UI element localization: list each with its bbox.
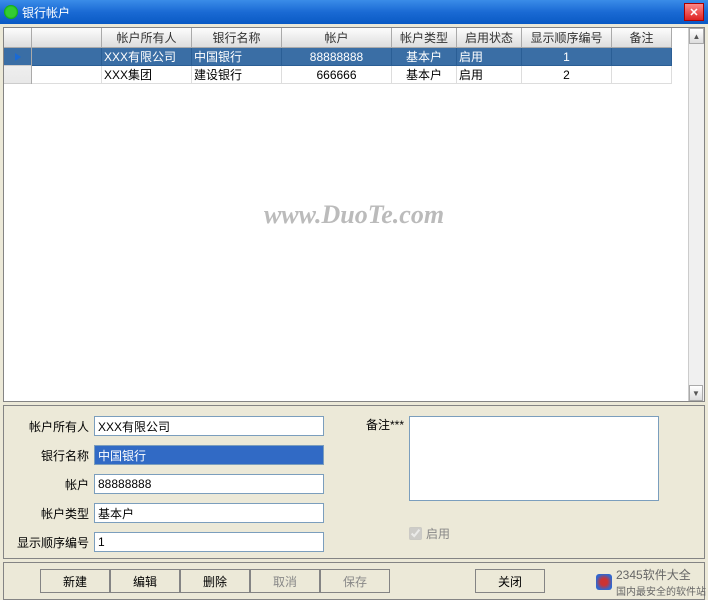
label-owner: 帐户所有人 <box>14 418 94 435</box>
grid-row-gutter <box>4 28 32 84</box>
cell-bank: 中国银行 <box>192 48 282 66</box>
label-account: 帐户 <box>14 476 94 493</box>
label-enabled: 启用 <box>426 525 450 542</box>
grid-header-remark[interactable]: 备注 <box>612 28 672 48</box>
cell-remark <box>612 48 672 66</box>
cell-bank: 建设银行 <box>192 66 282 84</box>
grid-header-bank[interactable]: 银行名称 <box>192 28 282 48</box>
save-button[interactable]: 保存 <box>320 569 390 593</box>
title-bar: 银行帐户 ✕ <box>0 0 708 24</box>
brand-logo-icon <box>596 574 612 590</box>
scroll-down-icon[interactable]: ▼ <box>689 385 703 401</box>
cell-status: 启用 <box>457 66 522 84</box>
bank-field[interactable] <box>94 445 324 465</box>
footer-branding: 2345软件大全 国内最安全的软件站 <box>596 566 706 598</box>
row-pointer-icon <box>15 53 21 61</box>
brand-slogan: 国内最安全的软件站 <box>616 583 706 598</box>
new-button[interactable]: 新建 <box>40 569 110 593</box>
scroll-up-icon[interactable]: ▲ <box>689 28 704 44</box>
account-field[interactable] <box>94 474 324 494</box>
cell-type: 基本户 <box>392 48 457 66</box>
owner-field[interactable] <box>94 416 324 436</box>
close-icon[interactable]: ✕ <box>684 3 704 21</box>
edit-button[interactable]: 编辑 <box>110 569 180 593</box>
grid-header-order[interactable]: 显示顺序编号 <box>522 28 612 48</box>
cell-status: 启用 <box>457 48 522 66</box>
data-grid[interactable]: 帐户所有人 银行名称 帐户 帐户类型 启用状态 显示顺序编号 备注 XXX有限公… <box>3 27 705 402</box>
cell-account: 88888888 <box>282 48 392 66</box>
cell-remark <box>612 66 672 84</box>
remark-field[interactable] <box>409 416 659 501</box>
vertical-scrollbar[interactable]: ▲ ▼ <box>688 28 704 401</box>
close-button[interactable]: 关闭 <box>475 569 545 593</box>
cell-blank <box>32 66 102 84</box>
grid-header-account[interactable]: 帐户 <box>282 28 392 48</box>
label-remark: 备注*** <box>354 416 409 433</box>
window-title: 银行帐户 <box>22 4 684 21</box>
grid-header-owner[interactable]: 帐户所有人 <box>102 28 192 48</box>
order-field[interactable] <box>94 532 324 552</box>
grid-corner[interactable] <box>4 28 31 48</box>
grid-header-blank[interactable] <box>32 28 102 48</box>
cell-blank <box>32 48 102 66</box>
cell-owner: XXX集团 <box>102 66 192 84</box>
detail-form: 帐户所有人 银行名称 帐户 帐户类型 显示顺序编号 备注*** 启用 <box>3 405 705 559</box>
watermark: www.DuoTe.com <box>264 200 444 230</box>
type-field[interactable] <box>94 503 324 523</box>
row-indicator[interactable] <box>4 48 31 66</box>
cell-order: 1 <box>522 48 612 66</box>
brand-name: 2345软件大全 <box>616 566 706 583</box>
table-row[interactable]: XXX集团 建设银行 666666 基本户 启用 2 <box>32 66 704 84</box>
table-row[interactable]: XXX有限公司 中国银行 88888888 基本户 启用 1 <box>32 48 704 66</box>
enabled-checkbox[interactable] <box>409 527 422 540</box>
grid-header-status[interactable]: 启用状态 <box>457 28 522 48</box>
row-indicator[interactable] <box>4 66 31 84</box>
label-order: 显示顺序编号 <box>14 534 94 551</box>
cell-type: 基本户 <box>392 66 457 84</box>
app-icon <box>4 5 18 19</box>
cell-order: 2 <box>522 66 612 84</box>
cell-account: 666666 <box>282 66 392 84</box>
cancel-button[interactable]: 取消 <box>250 569 320 593</box>
delete-button[interactable]: 删除 <box>180 569 250 593</box>
label-bank: 银行名称 <box>14 447 94 464</box>
cell-owner: XXX有限公司 <box>102 48 192 66</box>
grid-header-type[interactable]: 帐户类型 <box>392 28 457 48</box>
label-type: 帐户类型 <box>14 505 94 522</box>
grid-header-row: 帐户所有人 银行名称 帐户 帐户类型 启用状态 显示顺序编号 备注 <box>32 28 704 48</box>
